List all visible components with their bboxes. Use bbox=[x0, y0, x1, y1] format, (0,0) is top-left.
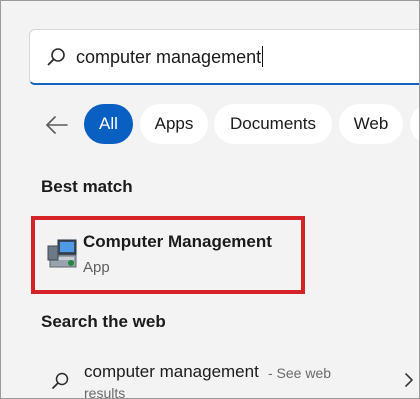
best-match-result[interactable]: Computer Management App bbox=[31, 216, 305, 294]
search-input[interactable]: computer management bbox=[29, 29, 419, 85]
computer-management-icon bbox=[47, 239, 77, 268]
search-icon bbox=[52, 372, 69, 389]
web-hint: - See web bbox=[268, 365, 332, 381]
filter-web[interactable]: Web bbox=[339, 104, 403, 144]
search-web-heading: Search the web bbox=[41, 312, 166, 331]
search-query: computer management bbox=[76, 46, 264, 67]
chevron-right-icon[interactable] bbox=[403, 373, 415, 387]
filter-more[interactable] bbox=[410, 104, 419, 144]
filter-documents[interactable]: Documents bbox=[214, 104, 332, 144]
filter-all[interactable]: All bbox=[84, 104, 133, 144]
web-query: computer management bbox=[84, 362, 259, 381]
app-name: Computer Management bbox=[83, 232, 272, 251]
search-icon bbox=[47, 48, 65, 66]
search-panel: computer management All Apps Documents W… bbox=[0, 0, 420, 399]
filter-apps[interactable]: Apps bbox=[140, 104, 208, 144]
web-hint-continued: results bbox=[84, 385, 126, 399]
app-type: App bbox=[83, 259, 110, 276]
web-result[interactable]: computer management - See web results bbox=[37, 353, 419, 399]
arrow-left-icon[interactable] bbox=[43, 111, 71, 139]
text-caret bbox=[262, 46, 264, 67]
best-match-heading: Best match bbox=[41, 177, 133, 196]
